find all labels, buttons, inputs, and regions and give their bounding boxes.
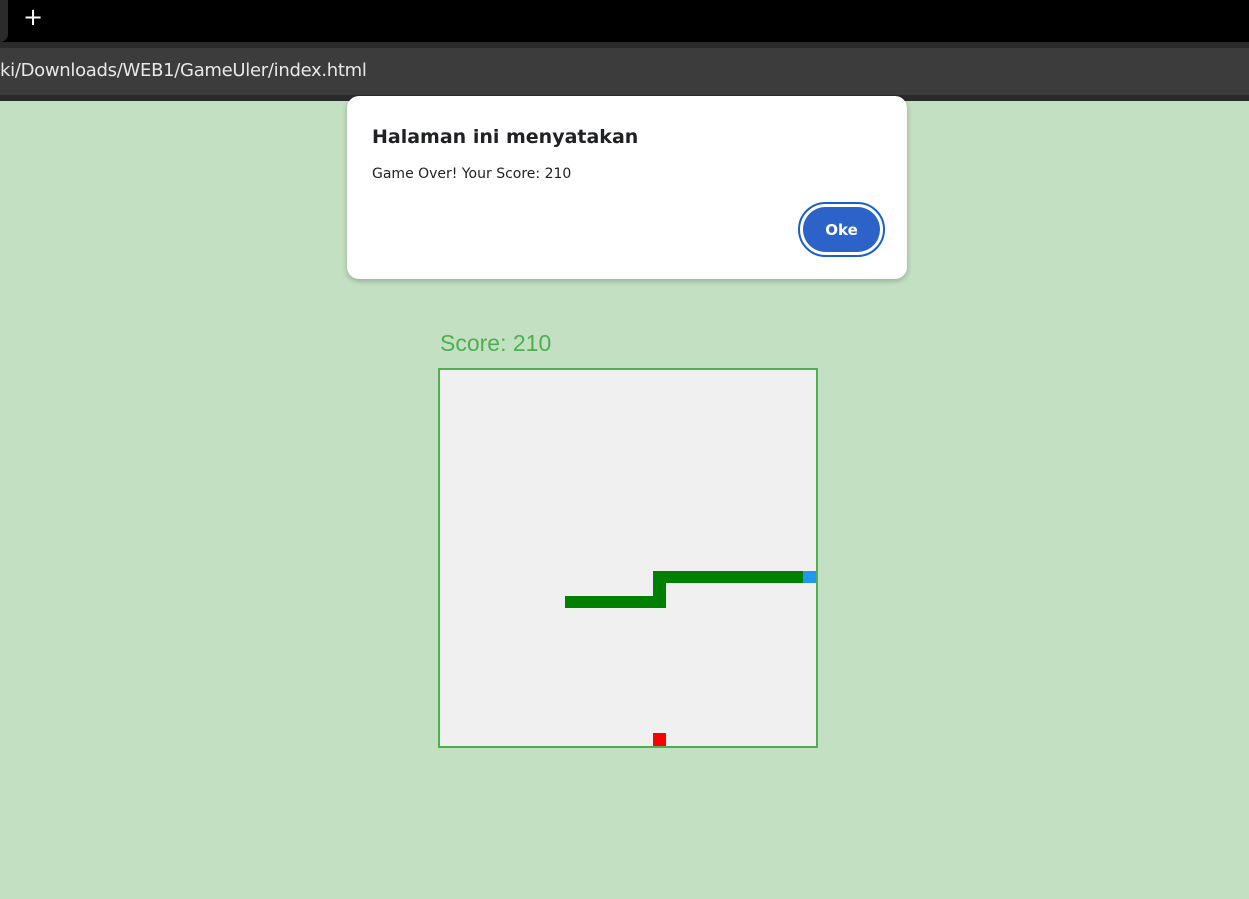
address-bar[interactable]: ki/Downloads/WEB1/GameUler/index.html <box>0 48 1249 95</box>
snake-body-segment <box>565 595 666 609</box>
dialog-message: Game Over! Your Score: 210 <box>372 166 572 182</box>
url-text[interactable]: ki/Downloads/WEB1/GameUler/index.html <box>0 60 367 81</box>
snake-body-segment <box>653 570 816 584</box>
dialog-title: Halaman ini menyatakan <box>372 126 639 148</box>
tab-strip: + <box>0 0 1249 42</box>
game-board[interactable] <box>438 368 818 748</box>
ok-button[interactable]: Oke <box>803 207 880 252</box>
new-tab-icon[interactable]: + <box>20 4 46 30</box>
snake-head <box>803 570 816 584</box>
score-label: Score: 210 <box>440 330 552 356</box>
browser-toolbar: ki/Downloads/WEB1/GameUler/index.html <box>0 42 1249 101</box>
ok-focus-ring: Oke <box>798 202 885 257</box>
food-item <box>653 733 666 746</box>
active-tab-edge[interactable] <box>0 0 8 42</box>
alert-dialog: Halaman ini menyatakan Game Over! Your S… <box>347 96 907 279</box>
